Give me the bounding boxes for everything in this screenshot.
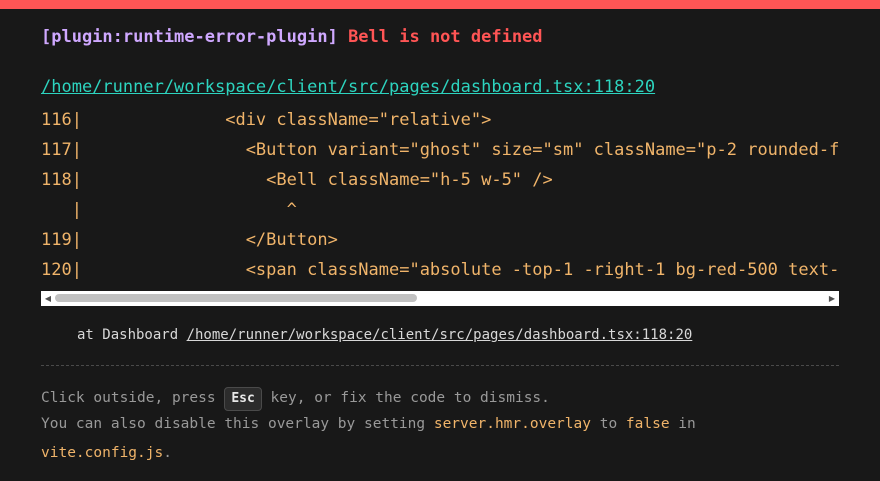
esc-key: Esc xyxy=(224,387,262,411)
scroll-right-arrow-icon[interactable]: ▶ xyxy=(825,291,839,306)
error-overlay[interactable]: [plugin:runtime-error-plugin] Bell is no… xyxy=(0,0,880,481)
code-line: 116| <div className="relative"> xyxy=(41,110,492,130)
tip-text: . xyxy=(163,445,172,461)
tip-text: key, or fix the code to dismiss. xyxy=(261,390,550,406)
code-line-error: 118| <Bell className="h-5 w-5" /> xyxy=(41,170,553,190)
error-text: Bell is not defined xyxy=(348,27,543,47)
setting-name: server.hmr.overlay xyxy=(433,416,591,432)
stack-file-link[interactable]: /home/runner/workspace/client/src/pages/… xyxy=(187,327,693,343)
horizontal-scrollbar[interactable]: ◀ ▶ xyxy=(41,291,839,306)
plugin-name: [plugin:runtime-error-plugin] xyxy=(41,27,338,47)
scrollbar-thumb[interactable] xyxy=(55,294,417,302)
error-message: [plugin:runtime-error-plugin] Bell is no… xyxy=(41,27,543,47)
code-line-caret: | ^ xyxy=(41,200,297,220)
dismiss-tip: Click outside, press Esc key, or fix the… xyxy=(41,387,550,411)
code-line: 117| <Button variant="ghost" size="sm" c… xyxy=(41,140,839,160)
code-frame[interactable]: 116| <div className="relative"> 117| <Bu… xyxy=(41,105,839,285)
stack-trace: at Dashboard /home/runner/workspace/clie… xyxy=(77,327,692,343)
error-file-link[interactable]: /home/runner/workspace/client/src/pages/… xyxy=(41,77,655,97)
setting-value: false xyxy=(625,416,670,432)
config-tip: vite.config.js. xyxy=(41,445,172,461)
code-line: 119| </Button> xyxy=(41,230,338,250)
tip-text: You can also disable this overlay by set… xyxy=(41,416,434,432)
disable-tip: You can also disable this overlay by set… xyxy=(41,416,696,432)
code-line: 120| <span className="absolute -top-1 -r… xyxy=(41,260,839,280)
divider xyxy=(41,365,839,366)
stack-prefix: at Dashboard xyxy=(77,327,187,343)
tip-text: in xyxy=(669,416,696,432)
tip-text: to xyxy=(590,416,626,432)
config-file-name: vite.config.js xyxy=(41,445,164,461)
tip-text: Click outside, press xyxy=(41,390,225,406)
scroll-left-arrow-icon[interactable]: ◀ xyxy=(41,291,55,306)
